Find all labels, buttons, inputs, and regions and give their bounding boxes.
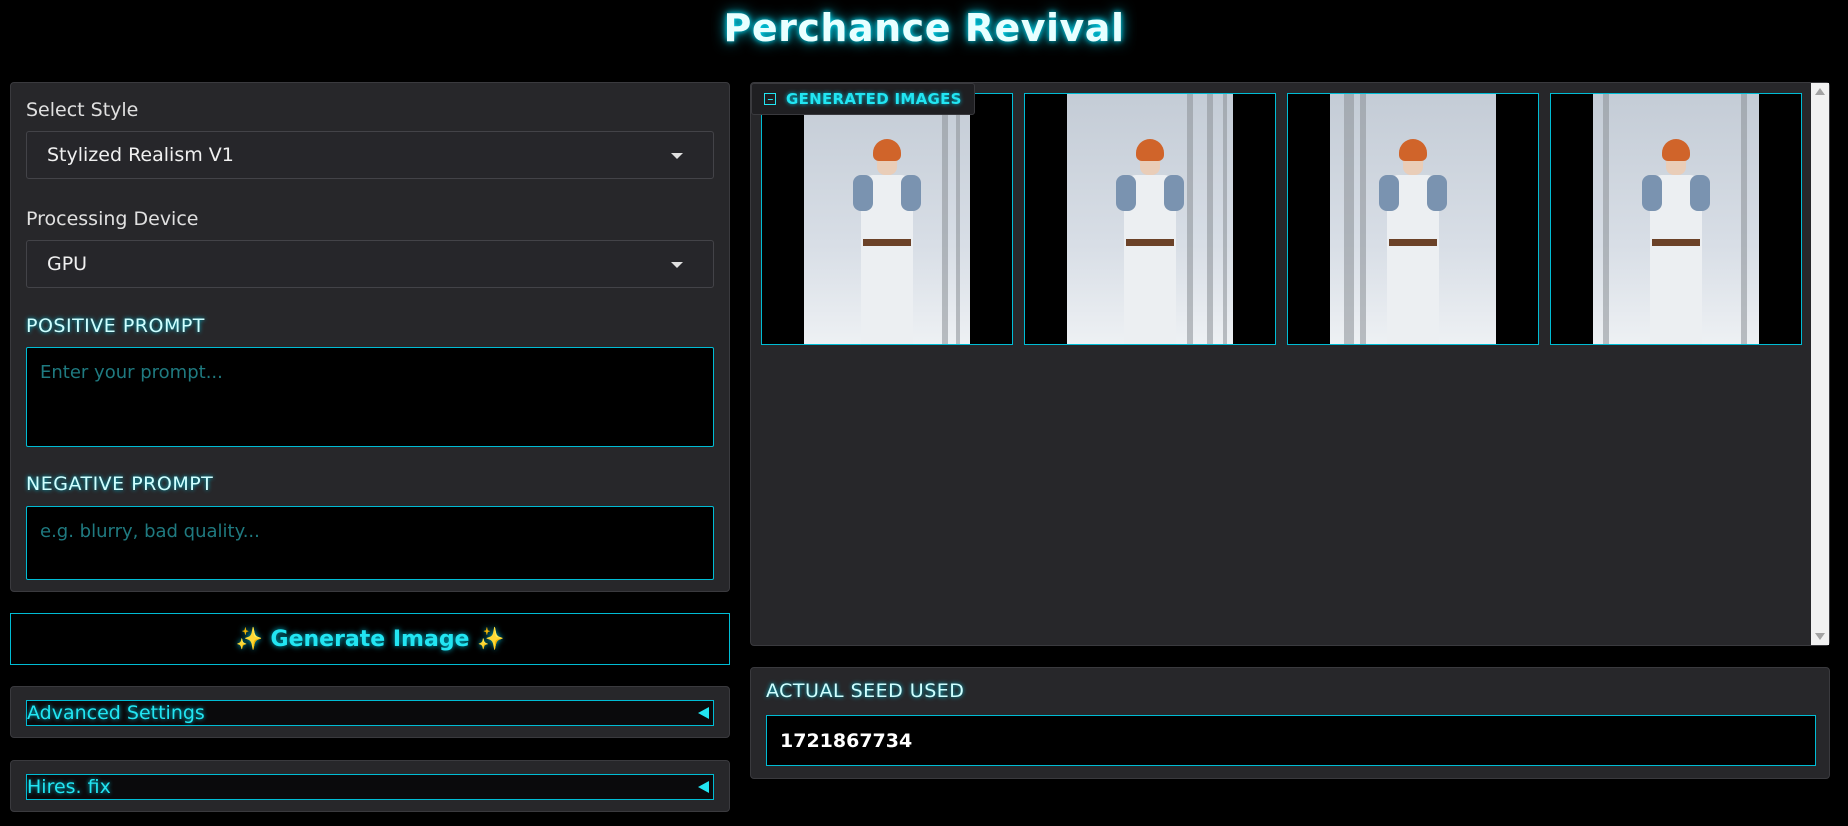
image-gallery: GENERATED IMAGES	[750, 82, 1830, 646]
device-select-value: GPU	[47, 253, 88, 275]
advanced-settings-label: Advanced Settings	[27, 702, 205, 724]
gallery-label-text: GENERATED IMAGES	[786, 90, 962, 108]
device-select[interactable]: GPU	[26, 240, 714, 288]
seed-panel: ACTUAL SEED USED 1721867734	[750, 667, 1830, 779]
generated-image-4[interactable]	[1550, 93, 1802, 345]
seed-field[interactable]: 1721867734	[766, 715, 1816, 766]
generated-image-2[interactable]	[1024, 93, 1276, 345]
negative-prompt-label: NEGATIVE PROMPT	[26, 473, 214, 495]
positive-prompt-placeholder: Enter your prompt...	[40, 362, 223, 383]
app-title: Perchance Revival	[723, 6, 1125, 50]
scroll-down-icon[interactable]	[1815, 633, 1825, 640]
settings-panel: Select Style Stylized Realism V1 Process…	[10, 82, 730, 592]
positive-prompt-label: POSITIVE PROMPT	[26, 315, 205, 337]
hires-fix-toggle[interactable]: Hires. fix	[26, 774, 714, 800]
caret-down-icon	[671, 153, 683, 159]
style-select[interactable]: Stylized Realism V1	[26, 131, 714, 179]
device-label: Processing Device	[26, 208, 199, 230]
advanced-settings-panel: Advanced Settings	[10, 686, 730, 738]
style-select-value: Stylized Realism V1	[47, 144, 234, 166]
image-icon	[764, 93, 776, 105]
generated-image-3[interactable]	[1287, 93, 1539, 345]
caret-down-icon	[671, 262, 683, 268]
collapse-triangle-icon	[698, 781, 709, 793]
seed-value: 1721867734	[780, 730, 913, 752]
generated-image-1[interactable]	[761, 93, 1013, 345]
collapse-triangle-icon	[698, 707, 709, 719]
negative-prompt-placeholder: e.g. blurry, bad quality...	[40, 521, 260, 542]
hires-fix-panel: Hires. fix	[10, 760, 730, 812]
hires-fix-label: Hires. fix	[27, 776, 111, 798]
negative-prompt-input[interactable]: e.g. blurry, bad quality...	[26, 506, 714, 580]
advanced-settings-toggle[interactable]: Advanced Settings	[26, 700, 714, 726]
positive-prompt-input[interactable]: Enter your prompt...	[26, 347, 714, 447]
scroll-up-icon[interactable]	[1815, 88, 1825, 95]
gallery-scrollbar[interactable]	[1811, 83, 1829, 645]
seed-label: ACTUAL SEED USED	[766, 680, 965, 702]
gallery-label: GENERATED IMAGES	[751, 83, 975, 115]
generate-button[interactable]: ✨ Generate Image ✨	[10, 613, 730, 665]
style-label: Select Style	[26, 99, 139, 121]
